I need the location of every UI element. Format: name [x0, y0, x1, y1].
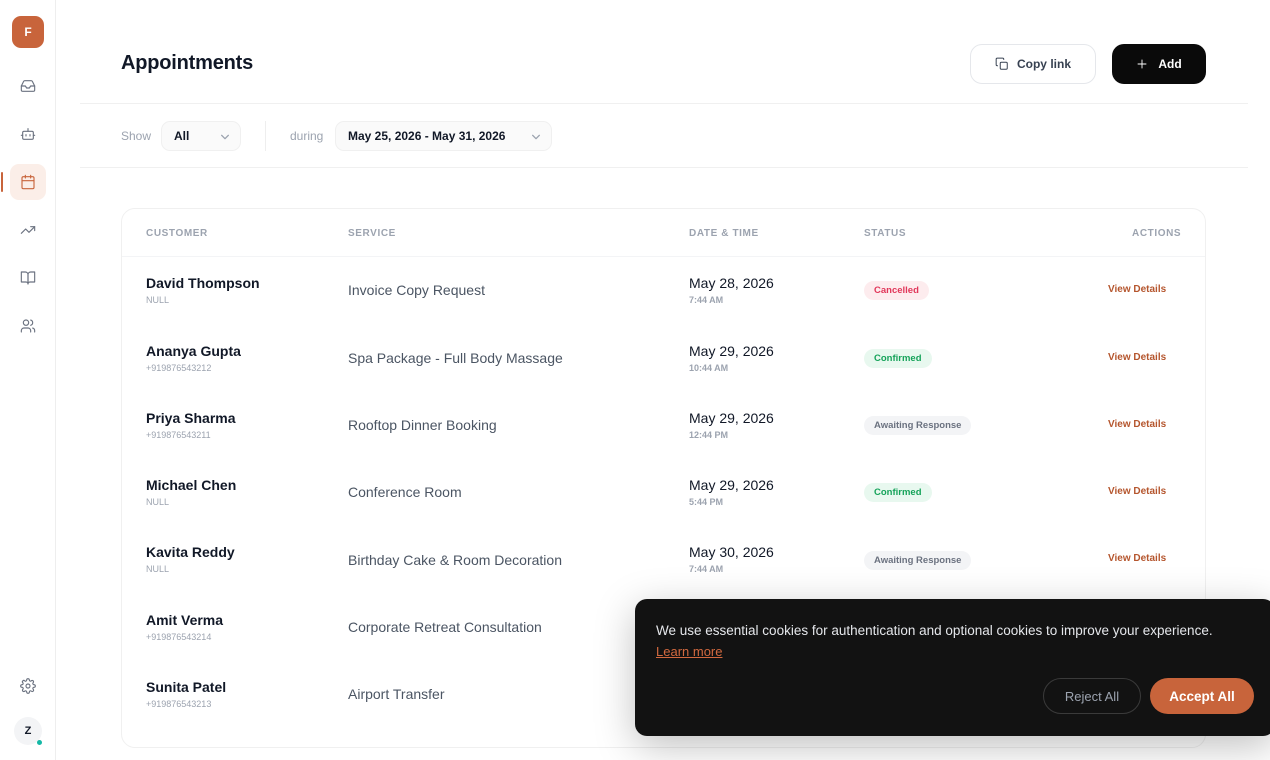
sidebar-item-bot[interactable]: [10, 116, 46, 152]
customer-phone: +919876543211: [146, 430, 211, 440]
customer-phone: +919876543214: [146, 632, 212, 642]
view-details-link[interactable]: View Details: [1108, 284, 1166, 295]
filter-separator: [265, 121, 266, 151]
status-badge: Awaiting Response: [864, 551, 972, 570]
cookie-message: We use essential cookies for authenticat…: [656, 623, 1213, 638]
table-row[interactable]: Ananya Gupta +919876543212 Spa Package -…: [122, 325, 1205, 392]
customer-phone: NULL: [146, 564, 170, 574]
table-header: CUSTOMER SERVICE DATE & TIME STATUS ACTI…: [122, 209, 1205, 257]
customer-name: Sunita Patel: [146, 679, 227, 695]
appointment-time: 12:44 PM: [689, 430, 729, 440]
sidebar-item-analytics[interactable]: [10, 212, 46, 248]
chevron-down-icon: [532, 134, 540, 140]
view-details-link[interactable]: View Details: [1108, 419, 1166, 430]
view-details-link[interactable]: View Details: [1108, 553, 1166, 564]
table-row[interactable]: Michael Chen NULL Conference Room May 29…: [122, 459, 1205, 526]
copy-link-button[interactable]: Copy link: [970, 44, 1096, 84]
header-divider: [80, 103, 1248, 104]
status-badge: Confirmed: [864, 483, 932, 502]
customer-name: Ananya Gupta: [146, 343, 241, 359]
show-select[interactable]: All: [161, 121, 241, 151]
customer-name: Amit Verma: [146, 612, 224, 628]
app-root: F Z Appointments Copy link Add Show All …: [0, 0, 1270, 760]
filter-divider: [80, 167, 1248, 168]
table-row[interactable]: David Thompson NULL Invoice Copy Request…: [122, 257, 1205, 324]
plus-icon: [1137, 59, 1147, 69]
status-badge: Awaiting Response: [864, 416, 972, 435]
online-status-dot: [37, 740, 42, 745]
during-label: during: [290, 129, 324, 143]
appointment-time: 7:44 AM: [689, 295, 724, 305]
view-details-link[interactable]: View Details: [1108, 352, 1166, 363]
sidebar-item-inbox[interactable]: [10, 68, 46, 104]
active-indicator: [1, 172, 3, 192]
column-header-service: SERVICE: [348, 228, 396, 239]
customer-name: Michael Chen: [146, 477, 237, 493]
appointment-date: May 28, 2026: [689, 275, 774, 291]
copy-icon: [995, 57, 1008, 70]
copy-link-label: Copy link: [1016, 57, 1071, 71]
customer-name: David Thompson: [146, 275, 260, 291]
date-range-select[interactable]: May 25, 2026 - May 31, 2026: [335, 121, 552, 151]
customer-phone: NULL: [146, 497, 170, 507]
column-header-date-time: DATE & TIME: [689, 228, 759, 239]
cookie-banner: We use essential cookies for authenticat…: [635, 599, 1270, 736]
trending-up-icon: [20, 226, 36, 234]
appointment-date: May 29, 2026: [689, 410, 774, 426]
table-row[interactable]: Priya Sharma +919876543211 Rooftop Dinne…: [122, 392, 1205, 459]
column-header-status: STATUS: [864, 228, 907, 239]
customer-name: Priya Sharma: [146, 410, 236, 426]
column-header-actions: ACTIONS: [1132, 228, 1182, 239]
book-icon: [20, 271, 36, 285]
view-details-link[interactable]: View Details: [1108, 486, 1166, 497]
show-label: Show: [121, 129, 152, 143]
sidebar-item-appointments[interactable]: [10, 164, 46, 200]
gear-icon: [20, 678, 36, 694]
reject-all-button[interactable]: Reject All: [1043, 678, 1141, 714]
calendar-icon: [21, 174, 35, 190]
customer-name: Kavita Reddy: [146, 544, 235, 560]
add-label: Add: [1158, 57, 1182, 71]
service-name: Corporate Retreat Consultation: [348, 619, 542, 635]
appointment-date: May 29, 2026: [689, 477, 774, 493]
column-header-customer: CUSTOMER: [146, 228, 208, 239]
bot-icon: [20, 128, 36, 140]
appointment-time: 7:44 AM: [689, 564, 724, 574]
accept-all-button[interactable]: Accept All: [1150, 678, 1254, 714]
service-name: Spa Package - Full Body Massage: [348, 350, 563, 366]
status-badge: Confirmed: [864, 349, 932, 368]
workspace-logo[interactable]: F: [12, 16, 44, 48]
status-badge: Cancelled: [864, 281, 929, 300]
service-name: Invoice Copy Request: [348, 282, 485, 298]
service-name: Airport Transfer: [348, 686, 445, 702]
sidebar-item-settings[interactable]: [10, 668, 46, 704]
page-title: Appointments: [121, 52, 254, 74]
add-button[interactable]: Add: [1112, 44, 1206, 84]
appointment-time: 5:44 PM: [689, 497, 724, 507]
show-select-value: All: [174, 129, 190, 143]
sidebar-item-knowledge[interactable]: [10, 260, 46, 296]
appointment-date: May 29, 2026: [689, 343, 774, 359]
sidebar: F Z: [0, 0, 56, 760]
customer-phone: NULL: [146, 295, 170, 305]
table-row[interactable]: Kavita Reddy NULL Birthday Cake & Room D…: [122, 526, 1205, 593]
chevron-down-icon: [221, 134, 229, 140]
appointment-date: May 30, 2026: [689, 544, 774, 560]
sidebar-item-users[interactable]: [10, 308, 46, 344]
learn-more-link[interactable]: Learn more: [656, 644, 722, 659]
customer-phone: +919876543212: [146, 363, 212, 373]
customer-phone: +919876543213: [146, 699, 212, 709]
service-name: Rooftop Dinner Booking: [348, 417, 497, 433]
service-name: Conference Room: [348, 484, 462, 500]
appointment-time: 10:44 AM: [689, 363, 729, 373]
service-name: Birthday Cake & Room Decoration: [348, 552, 562, 568]
date-range-value: May 25, 2026 - May 31, 2026: [348, 129, 506, 143]
inbox-icon: [20, 80, 36, 92]
users-icon: [20, 319, 36, 333]
